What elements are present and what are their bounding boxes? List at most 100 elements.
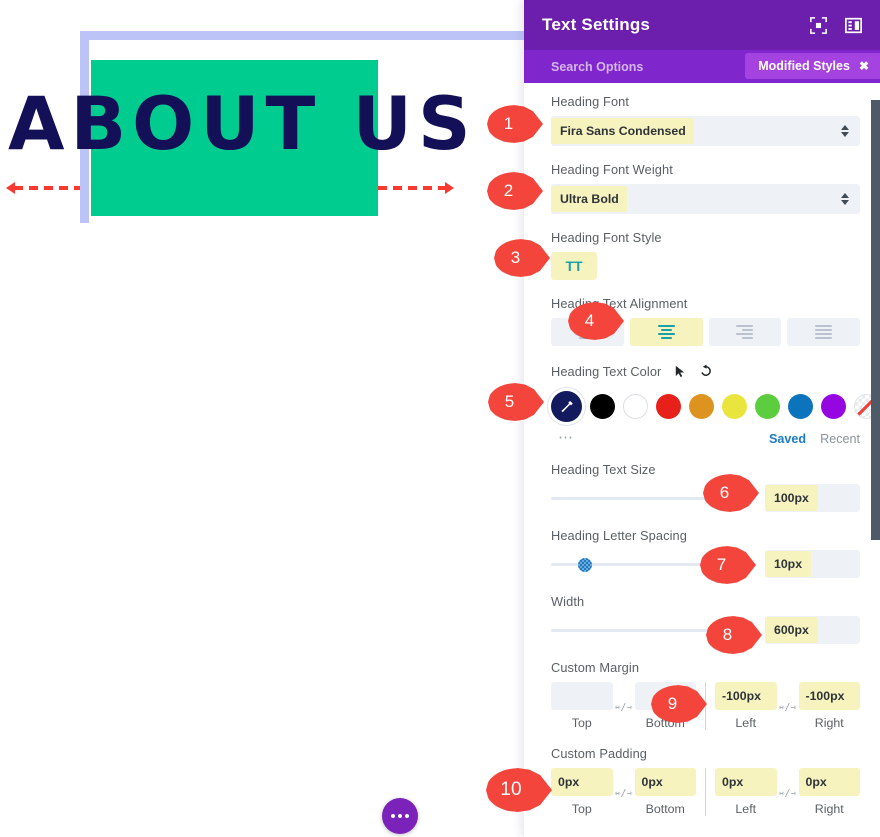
margin-bottom-input[interactable] [634, 682, 696, 710]
field-label: Custom Padding [551, 746, 648, 761]
width-input[interactable]: 600px [765, 616, 860, 644]
padding-bottom-input[interactable]: 0px [634, 768, 696, 796]
close-icon[interactable]: ✖ [859, 59, 869, 73]
heading-font-value: Fira Sans Condensed [551, 118, 694, 144]
align-left-icon [578, 323, 596, 341]
field-heading-text-color: Heading Text Color ⋯ Saved Recent [551, 362, 879, 446]
field-label: Heading Font Style [551, 230, 662, 245]
caption: Right [814, 802, 844, 816]
padding-right-input[interactable]: 0px [798, 768, 860, 796]
link-sides-icon[interactable]: ⇿/⇾ [613, 785, 635, 799]
slider-knob[interactable] [577, 558, 592, 572]
swatch-orange[interactable] [689, 394, 714, 419]
field-label: Width [551, 594, 585, 609]
swatch-red[interactable] [656, 394, 681, 419]
search-options-bar: Search Options Modified Styles ✖ [524, 50, 880, 83]
swatch-purple[interactable] [821, 394, 846, 419]
field-label: Custom Margin [551, 660, 640, 675]
value: 0px [551, 769, 587, 795]
value: 0px [798, 769, 834, 795]
field-heading-letter-spacing: Heading Letter Spacing 10px [551, 528, 860, 578]
modified-styles-label: Modified Styles [758, 59, 850, 73]
align-justify-icon [815, 323, 833, 341]
value: 10px [765, 551, 812, 577]
ellipsis-icon[interactable] [382, 798, 418, 834]
field-label: Heading Text Size [551, 462, 656, 477]
eyedropper-icon [560, 400, 573, 412]
swatch-blue[interactable] [788, 394, 813, 419]
heading-font-weight-select[interactable]: Ultra Bold [551, 184, 860, 214]
panel-header: Text Settings [524, 0, 880, 50]
heading-letter-spacing-input[interactable]: 10px [765, 550, 860, 578]
align-right-icon [736, 323, 754, 341]
value: 0px [715, 769, 751, 795]
heading-preview-text[interactable]: ABOUT US [8, 88, 471, 162]
align-right-button[interactable] [708, 318, 782, 346]
field-label: Heading Font [551, 94, 630, 109]
tab-recent-colors[interactable]: Recent [820, 432, 860, 446]
swatch-black[interactable] [590, 394, 615, 419]
uppercase-toggle-button[interactable]: TT [551, 252, 597, 280]
margin-right-input[interactable]: -100px [798, 682, 860, 710]
align-center-icon [657, 323, 675, 341]
vertical-scrollbar[interactable] [871, 100, 880, 540]
field-label: Heading Font Weight [551, 162, 673, 177]
padding-left-input[interactable]: 0px [715, 768, 777, 796]
chevron-updown-icon [841, 125, 849, 137]
field-custom-margin: Custom Margin Top ⇿/⇾ Bottom -100px Left… [551, 660, 860, 730]
align-justify-button[interactable] [787, 318, 860, 346]
link-sides-icon[interactable]: ⇿/⇾ [777, 785, 799, 799]
divider [705, 768, 706, 816]
link-sides-icon[interactable]: ⇿/⇾ [777, 699, 799, 713]
field-heading-text-alignment: Heading Text Alignment [551, 296, 860, 346]
heading-letter-spacing-slider[interactable] [551, 554, 756, 574]
swatch-yellow[interactable] [722, 394, 747, 419]
align-left-button[interactable] [551, 318, 624, 346]
heading-text-size-slider[interactable] [551, 488, 756, 508]
page-title: Text Settings [542, 15, 651, 34]
focus-target-icon[interactable] [810, 16, 827, 34]
tab-saved-colors[interactable]: Saved [769, 432, 806, 446]
reset-icon[interactable] [697, 362, 715, 380]
field-heading-font-weight: Heading Font Weight Ultra Bold [551, 162, 860, 214]
margin-left-input[interactable]: -100px [715, 682, 777, 710]
field-label: Heading Letter Spacing [551, 528, 687, 543]
value: 0px [634, 769, 670, 795]
arrow-right-dashed-icon [378, 182, 454, 194]
field-label: Heading Text Alignment [551, 296, 688, 311]
screenshot-root: ABOUT US Text Settings Search Options Mo… [0, 0, 880, 837]
caption: Top [571, 716, 592, 730]
heading-text-size-input[interactable]: 100px [765, 484, 860, 512]
link-sides-icon[interactable]: ⇿/⇾ [613, 699, 635, 713]
color-swatch-row [551, 391, 879, 422]
modified-styles-badge[interactable]: Modified Styles ✖ [745, 53, 880, 79]
value: -100px [715, 683, 768, 709]
field-width: Width 600px [551, 594, 860, 644]
field-heading-font-style: Heading Font Style TT [551, 230, 860, 280]
field-label: Heading Text Color [551, 363, 662, 379]
value: -100px [798, 683, 852, 709]
panel-layout-icon[interactable] [845, 17, 862, 34]
caption: Left [735, 716, 757, 730]
page-preview-canvas: ABOUT US [0, 0, 524, 837]
more-dots-icon[interactable]: ⋯ [558, 428, 769, 446]
heading-font-select[interactable]: Fira Sans Condensed [551, 116, 860, 146]
margin-top-input[interactable] [551, 682, 613, 710]
chevron-updown-icon [841, 193, 849, 205]
value: 100px [765, 485, 818, 511]
value: 600px [765, 617, 818, 643]
caption: Right [814, 716, 844, 730]
field-heading-text-size: Heading Text Size 100px [551, 462, 860, 512]
pointer-icon[interactable] [670, 362, 688, 380]
padding-top-input[interactable]: 0px [551, 768, 613, 796]
swatch-green[interactable] [755, 394, 780, 419]
field-custom-padding: Custom Padding 0px Top ⇿/⇾ 0px Bottom 0p… [551, 746, 860, 816]
field-heading-font: Heading Font Fira Sans Condensed [551, 94, 860, 146]
width-slider[interactable] [551, 620, 756, 640]
swatch-white[interactable] [623, 394, 648, 419]
align-center-button[interactable] [629, 318, 703, 346]
divider [705, 682, 706, 730]
color-picker-eyedropper[interactable] [551, 391, 582, 422]
text-settings-panel: Text Settings Search Options Modified St… [524, 0, 880, 837]
caption: Bottom [645, 802, 685, 816]
